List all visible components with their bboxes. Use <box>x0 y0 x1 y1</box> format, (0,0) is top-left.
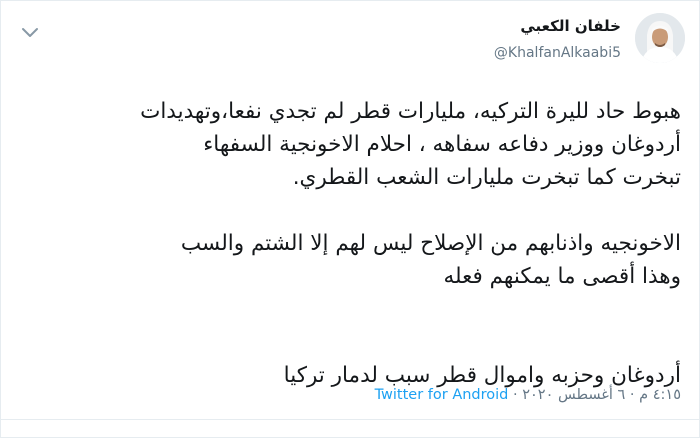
tweet-line: تبخرت كما تبخرت مليارات الشعب القطري. <box>292 165 681 190</box>
avatar[interactable] <box>635 13 685 63</box>
author-display-name[interactable]: خلفان الكعبي <box>520 17 621 35</box>
tweet-meta: ٤:١٥ م · ٦ أغسطس ٢٠٢٠ · Twitter for Andr… <box>11 387 681 403</box>
tweet-line: الاخونجيه واذنابهم من الإصلاح ليس لهم إل… <box>180 231 681 256</box>
tweet-line: هبوط حاد لليرة التركيه، مليارات قطر لم ت… <box>140 99 681 124</box>
divider <box>1 419 699 420</box>
chevron-down-icon[interactable] <box>19 23 41 41</box>
tweet-text: هبوط حاد لليرة التركيه، مليارات قطر لم ت… <box>11 95 681 392</box>
author-handle[interactable]: @KhalfanAlkaabi5 <box>494 45 621 61</box>
tweet-card: خلفان الكعبي @KhalfanAlkaabi5 هبوط حاد ل… <box>0 0 700 438</box>
tweet-line: أردوغان ووزير دفاعه سفاهه ، احلام الاخون… <box>203 132 681 157</box>
tweet-source-link[interactable]: Twitter for Android <box>375 387 509 403</box>
tweet-line: وهذا أقصى ما يمكنهم فعله <box>443 264 682 289</box>
tweet-timestamp[interactable]: ٤:١٥ م · ٦ أغسطس ٢٠٢٠ · <box>508 387 681 403</box>
